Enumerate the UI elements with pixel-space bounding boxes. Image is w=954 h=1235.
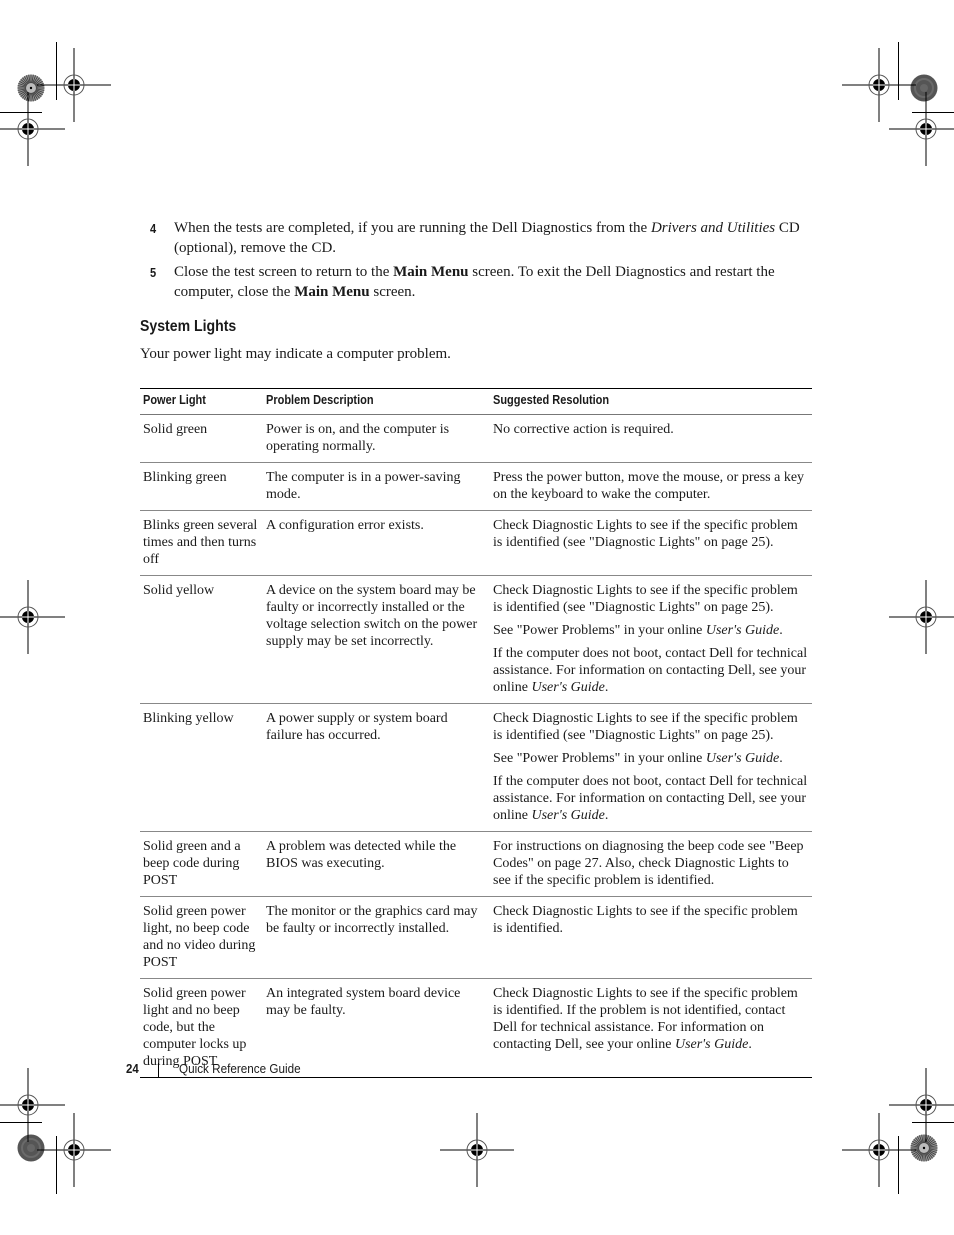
- procedure-steps: 4 When the tests are completed, if you a…: [150, 219, 815, 307]
- page-number: 24: [126, 1061, 139, 1076]
- cell-problem-description: The monitor or the graphics card may be …: [263, 896, 490, 979]
- crosshair-target-icon: [37, 1113, 111, 1187]
- text-run: .: [779, 623, 783, 638]
- cell-suggested-resolution: Press the power button, move the mouse, …: [490, 462, 812, 511]
- table-row: Solid green power light, no beep code an…: [140, 896, 812, 979]
- resolution-paragraph: Press the power button, move the mouse, …: [493, 469, 809, 503]
- resolution-paragraph: If the computer does not boot, contact D…: [493, 773, 809, 824]
- cell-problem-description: A power supply or system board failure h…: [263, 703, 490, 832]
- step-number: 4: [150, 221, 157, 236]
- table-row: Blinking yellow A power supply or system …: [140, 703, 812, 832]
- resolution-paragraph: Check Diagnostic Lights to see if the sp…: [493, 517, 809, 551]
- crosshair-target-icon: [440, 1113, 514, 1187]
- column-header-suggested-resolution: Suggested Resolution: [490, 388, 812, 415]
- emphasis-text: User's Guide: [674, 1037, 749, 1052]
- resolution-paragraph: No corrective action is required.: [493, 421, 809, 438]
- table-row: Solid green Power is on, and the computer…: [140, 414, 812, 463]
- text-run: .: [604, 808, 609, 823]
- text-run: Close the test screen to return to the: [174, 264, 394, 280]
- text-run: For instructions on diagnosing the beep …: [493, 839, 804, 888]
- table-row: Solid yellow A device on the system board…: [140, 575, 812, 704]
- cell-power-light: Solid yellow: [140, 575, 263, 704]
- step-item: 4 When the tests are completed, if you a…: [150, 219, 815, 258]
- column-header-problem-description: Problem Description: [263, 388, 490, 415]
- emphasis-text: User's Guide: [705, 751, 780, 766]
- cell-problem-description: A configuration error exists.: [263, 510, 490, 576]
- document-title: Quick Reference Guide: [179, 1061, 301, 1076]
- crosshair-target-icon: [0, 580, 65, 654]
- emphasis-text: Drivers and Utilities: [650, 220, 776, 236]
- step-text: When the tests are completed, if you are…: [174, 220, 800, 256]
- table-row: Blinks green several times and then turn…: [140, 510, 812, 576]
- crosshair-target-icon: [889, 580, 954, 654]
- cell-suggested-resolution: Check Diagnostic Lights to see if the sp…: [490, 703, 812, 832]
- resolution-paragraph: Check Diagnostic Lights to see if the sp…: [493, 985, 809, 1053]
- cell-power-light: Solid green and a beep code during POST: [140, 831, 263, 897]
- system-lights-table: Power Light Problem Description Suggeste…: [140, 388, 812, 1078]
- cell-problem-description: A problem was detected while the BIOS wa…: [263, 831, 490, 897]
- cell-suggested-resolution: Check Diagnostic Lights to see if the sp…: [490, 575, 812, 704]
- resolution-paragraph: If the computer does not boot, contact D…: [493, 645, 809, 696]
- section-heading: System Lights: [140, 318, 237, 335]
- resolution-paragraph: Check Diagnostic Lights to see if the sp…: [493, 582, 809, 616]
- text-run: Check Diagnostic Lights to see if the sp…: [493, 986, 798, 1052]
- step-text: Close the test screen to return to the M…: [174, 264, 775, 300]
- resolution-paragraph: See "Power Problems" in your online User…: [493, 622, 809, 639]
- cell-power-light: Solid green power light, no beep code an…: [140, 896, 263, 979]
- cell-problem-description: The computer is in a power-saving mode.: [263, 462, 490, 511]
- text-run: See "Power Problems" in your online: [493, 623, 706, 638]
- text-run: No corrective action is required.: [493, 422, 674, 437]
- cell-suggested-resolution: For instructions on diagnosing the beep …: [490, 831, 812, 897]
- step-number: 5: [150, 265, 157, 280]
- strong-text: Main Menu: [294, 283, 370, 300]
- text-run: .: [779, 751, 783, 766]
- cell-power-light: Blinking yellow: [140, 703, 263, 832]
- footer-divider: [158, 1063, 159, 1077]
- crosshair-target-icon: [889, 92, 954, 166]
- cell-power-light: Solid green: [140, 414, 263, 463]
- text-run: screen.: [369, 283, 416, 300]
- step-item: 5 Close the test screen to return to the…: [150, 263, 815, 302]
- cell-problem-description: Power is on, and the computer is operati…: [263, 414, 490, 463]
- cell-suggested-resolution: Check Diagnostic Lights to see if the sp…: [490, 896, 812, 979]
- resolution-paragraph: For instructions on diagnosing the beep …: [493, 838, 809, 889]
- resolution-paragraph: Check Diagnostic Lights to see if the sp…: [493, 710, 809, 744]
- crosshair-target-icon: [0, 92, 65, 166]
- resolution-paragraph: See "Power Problems" in your online User…: [493, 750, 809, 767]
- text-run: .: [604, 680, 609, 695]
- table-header-row: Power Light Problem Description Suggeste…: [140, 388, 812, 415]
- cell-suggested-resolution: Check Diagnostic Lights to see if the sp…: [490, 978, 812, 1078]
- cell-power-light: Blinks green several times and then turn…: [140, 510, 263, 576]
- column-header-power-light: Power Light: [140, 388, 263, 415]
- resolution-paragraph: Check Diagnostic Lights to see if the sp…: [493, 903, 809, 937]
- cell-suggested-resolution: Check Diagnostic Lights to see if the sp…: [490, 510, 812, 576]
- page-footer: 24 Quick Reference Guide: [126, 1061, 301, 1077]
- section-intro: Your power light may indicate a computer…: [140, 346, 451, 362]
- text-run: Check Diagnostic Lights to see if the sp…: [493, 711, 798, 743]
- table-row: Blinking green The computer is in a power…: [140, 462, 812, 511]
- text-run: Press the power button, move the mouse, …: [493, 470, 805, 502]
- text-run: Check Diagnostic Lights to see if the sp…: [493, 518, 798, 550]
- cell-problem-description: A device on the system board may be faul…: [263, 575, 490, 704]
- emphasis-text: User's Guide: [531, 808, 605, 823]
- text-run: When the tests are completed, if you are…: [174, 220, 651, 236]
- strong-text: Main Menu: [393, 264, 469, 280]
- cell-suggested-resolution: No corrective action is required.: [490, 414, 812, 463]
- text-run: .: [748, 1037, 752, 1052]
- text-run: Check Diagnostic Lights to see if the sp…: [493, 904, 798, 936]
- crosshair-target-icon: [842, 1113, 916, 1187]
- text-run: See "Power Problems" in your online: [493, 751, 706, 766]
- text-run: Check Diagnostic Lights to see if the sp…: [493, 583, 798, 615]
- cell-power-light: Blinking green: [140, 462, 263, 511]
- table-row: Solid green and a beep code during POST A…: [140, 831, 812, 897]
- emphasis-text: User's Guide: [705, 623, 780, 638]
- emphasis-text: User's Guide: [531, 680, 605, 695]
